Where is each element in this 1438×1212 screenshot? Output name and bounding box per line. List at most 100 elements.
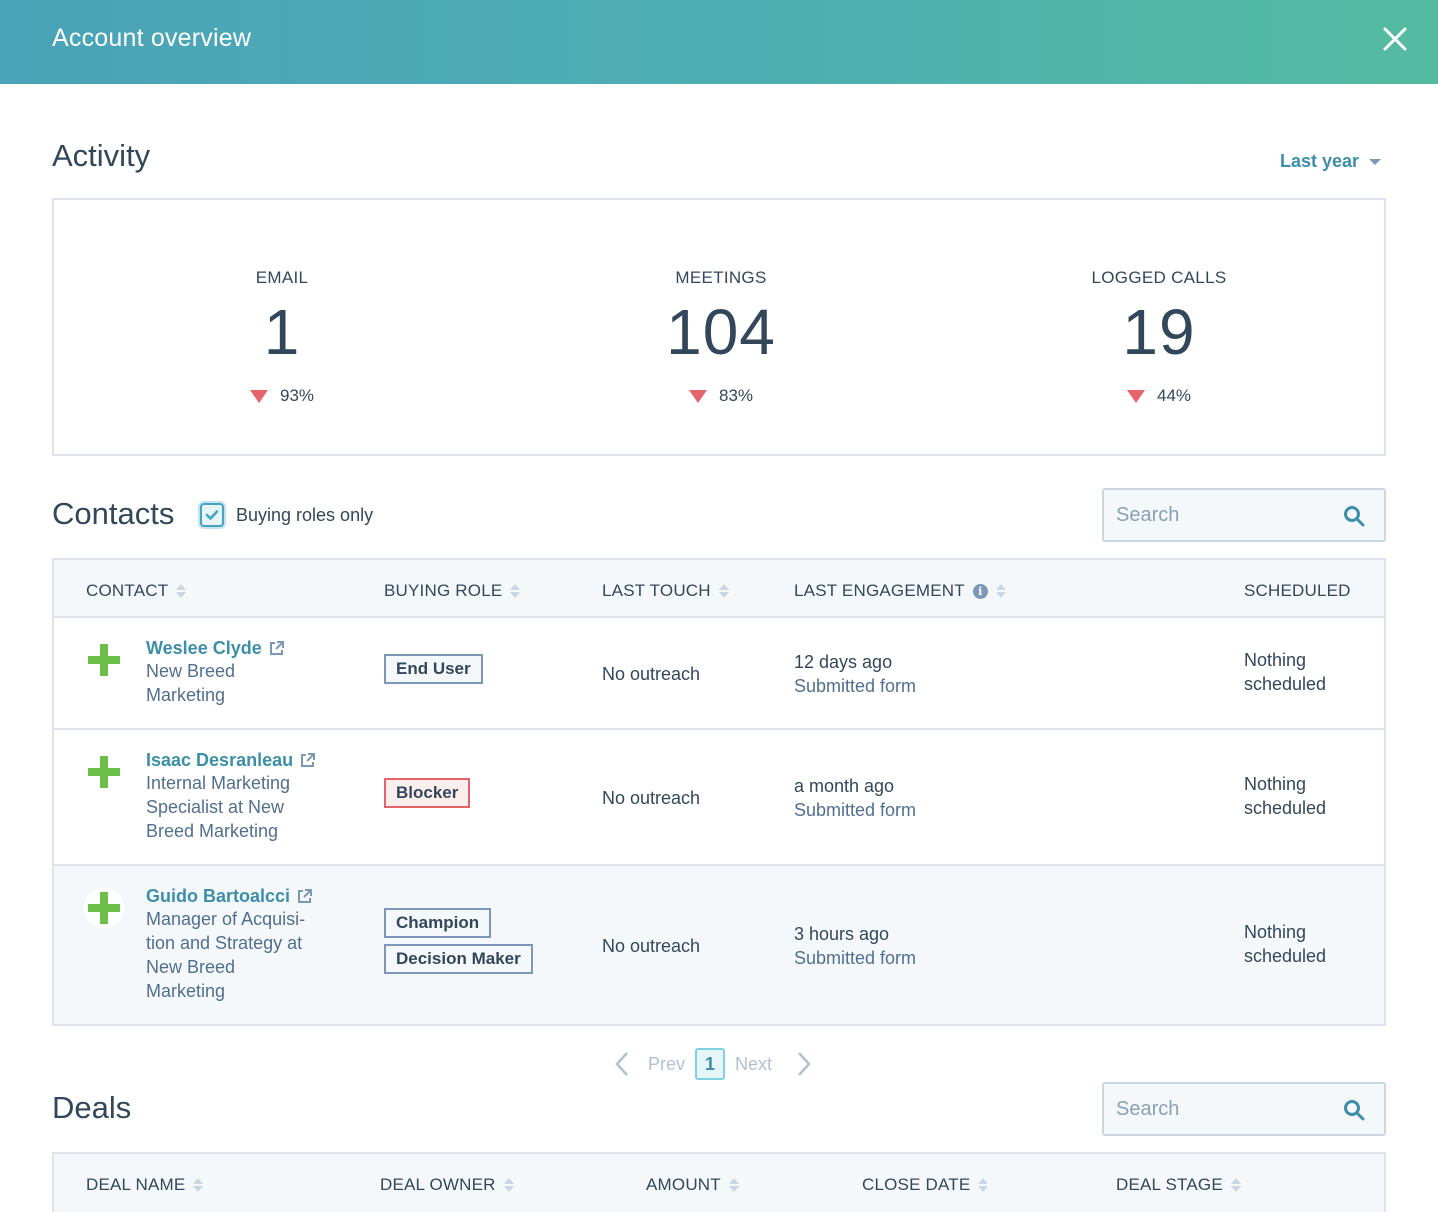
column-amount[interactable]: AMOUNT: [646, 1175, 739, 1195]
contact-subtitle-line: Breed Marketing: [146, 821, 279, 841]
last-engagement: a month ago Submitted form: [794, 774, 916, 822]
contact-subtitle-line: Manager of Acquisi-: [146, 909, 306, 929]
stat-change: 83%: [571, 386, 871, 406]
buying-role-tag: Decision Maker: [384, 944, 533, 974]
prev-button[interactable]: Prev: [614, 1051, 685, 1077]
column-deal-stage[interactable]: DEAL STAGE: [1116, 1175, 1241, 1195]
search-icon[interactable]: [1342, 1098, 1366, 1122]
contact-subtitle-line: Internal Marketing: [146, 773, 291, 793]
column-last-touch[interactable]: LAST TOUCH: [602, 581, 729, 601]
sort-icon: [728, 1178, 739, 1192]
column-label: DEAL OWNER: [380, 1175, 496, 1194]
stat-email: EMAIL 1 93%: [132, 268, 432, 406]
scheduled: Nothing scheduled: [1244, 772, 1326, 820]
buying-roles-label: Buying roles only: [236, 504, 374, 525]
column-last-engagement[interactable]: LAST ENGAGEMENT i: [794, 581, 1006, 601]
last-touch: No outreach: [602, 936, 701, 956]
column-deal-name[interactable]: DEAL NAME: [86, 1175, 204, 1195]
close-button[interactable]: [1380, 24, 1410, 54]
stat-label: MEETINGS: [675, 268, 767, 287]
deals-title: Deals: [52, 1090, 132, 1125]
contact-name-link[interactable]: Weslee Clyde: [146, 638, 285, 659]
last-touch: No outreach: [602, 664, 701, 684]
column-contact[interactable]: CONTACT: [86, 581, 187, 601]
scheduled-line: Nothing: [1244, 774, 1307, 794]
contacts-search[interactable]: [1102, 488, 1386, 542]
external-link-icon[interactable]: [299, 752, 316, 769]
stat-value: 104: [666, 296, 776, 368]
contacts-table: CONTACT BUYING ROLE LAST TOUCH LAST ENGA…: [52, 558, 1386, 1026]
contact-subtitle: Internal Marketing Specialist at New Bre…: [146, 771, 326, 843]
next-button[interactable]: Next: [735, 1051, 812, 1077]
page-1-button[interactable]: 1: [695, 1048, 726, 1080]
buying-roles-filter[interactable]: Buying roles only: [200, 503, 373, 527]
scheduled-line: Nothing: [1244, 922, 1307, 942]
trend-down-icon: [688, 389, 707, 403]
trend-down-icon: [1126, 389, 1145, 403]
add-contact-button[interactable]: [84, 752, 124, 792]
buying-roles-checkbox[interactable]: [200, 503, 224, 527]
column-buying-role[interactable]: BUYING ROLE: [384, 581, 521, 601]
buying-role-tags: Champion Decision Maker: [384, 908, 533, 974]
external-link-icon[interactable]: [296, 888, 313, 905]
table-row: Weslee Clyde New Breed Marketing End Use…: [54, 618, 1384, 730]
add-contact-button[interactable]: [84, 640, 124, 680]
sort-icon: [510, 584, 521, 598]
chevron-left-icon: [615, 1052, 628, 1076]
sort-icon: [718, 584, 729, 598]
add-contact-button[interactable]: [84, 888, 124, 928]
deals-search[interactable]: [1102, 1082, 1386, 1136]
modal-title: Account overview: [52, 24, 252, 52]
column-label: DEAL NAME: [86, 1175, 186, 1194]
contact-subtitle-line: Marketing: [146, 685, 226, 705]
scheduled-line: scheduled: [1244, 798, 1327, 818]
column-label: CLOSE DATE: [862, 1175, 971, 1194]
external-link-icon[interactable]: [268, 640, 285, 657]
scheduled-line: scheduled: [1244, 674, 1327, 694]
contacts-search-input[interactable]: [1116, 500, 1336, 530]
activity-title: Activity: [52, 138, 151, 173]
contact-info: Weslee Clyde New Breed Marketing: [146, 638, 326, 707]
stat-value: 1: [263, 296, 301, 368]
column-label: LAST TOUCH: [602, 581, 711, 600]
contact-info: Guido Bartoalcci Manager of Acquisi- tio…: [146, 886, 326, 1003]
contact-name: Guido Bartoalcci: [146, 886, 291, 906]
engagement-type: Submitted form: [794, 676, 917, 696]
column-close-date[interactable]: CLOSE DATE: [862, 1175, 989, 1195]
pagination: Prev 1 Next: [614, 1048, 812, 1080]
engagement-time: 12 days ago: [794, 652, 893, 672]
last-engagement: 3 hours ago Submitted form: [794, 922, 916, 970]
stat-change-value: 93%: [279, 386, 315, 405]
contact-info: Isaac Desranleau Internal Marketing Spec…: [146, 750, 326, 843]
search-icon[interactable]: [1342, 504, 1366, 528]
activity-summary: EMAIL 1 93% MEETINGS 104 83% LOGGED CALL…: [52, 198, 1386, 456]
column-deal-owner[interactable]: DEAL OWNER: [380, 1175, 514, 1195]
contact-name: Isaac Desranleau: [146, 750, 294, 770]
stat-change: 93%: [132, 386, 432, 406]
column-label: BUYING ROLE: [384, 581, 503, 600]
caret-down-icon: [1369, 158, 1382, 165]
buying-role-tag: End User: [384, 654, 483, 684]
next-label: Next: [735, 1053, 773, 1074]
modal-header: Account overview: [0, 0, 1438, 84]
engagement-time: a month ago: [794, 776, 895, 796]
contact-subtitle-line: New Breed: [146, 661, 236, 681]
contacts-title: Contacts: [52, 496, 175, 531]
date-range-dropdown[interactable]: Last year: [1280, 151, 1382, 172]
info-icon[interactable]: i: [972, 583, 988, 599]
contact-subtitle-line: Specialist at New: [146, 797, 285, 817]
sort-icon: [978, 1178, 989, 1192]
deals-table: DEAL NAME DEAL OWNER AMOUNT CLOSE DATE D…: [52, 1152, 1386, 1212]
engagement-type: Submitted form: [794, 800, 917, 820]
deals-search-input[interactable]: [1116, 1094, 1336, 1124]
engagement-time: 3 hours ago: [794, 924, 890, 944]
stat-logged-calls: LOGGED CALLS 19 44%: [1009, 268, 1309, 406]
sort-icon: [1230, 1178, 1241, 1192]
contact-name-link[interactable]: Guido Bartoalcci: [146, 886, 313, 907]
chevron-right-icon: [798, 1052, 811, 1076]
column-scheduled: SCHEDULED: [1244, 581, 1351, 601]
last-touch: No outreach: [602, 788, 701, 808]
stat-change: 44%: [1009, 386, 1309, 406]
sort-icon: [503, 1178, 514, 1192]
contact-name-link[interactable]: Isaac Desranleau: [146, 750, 316, 771]
